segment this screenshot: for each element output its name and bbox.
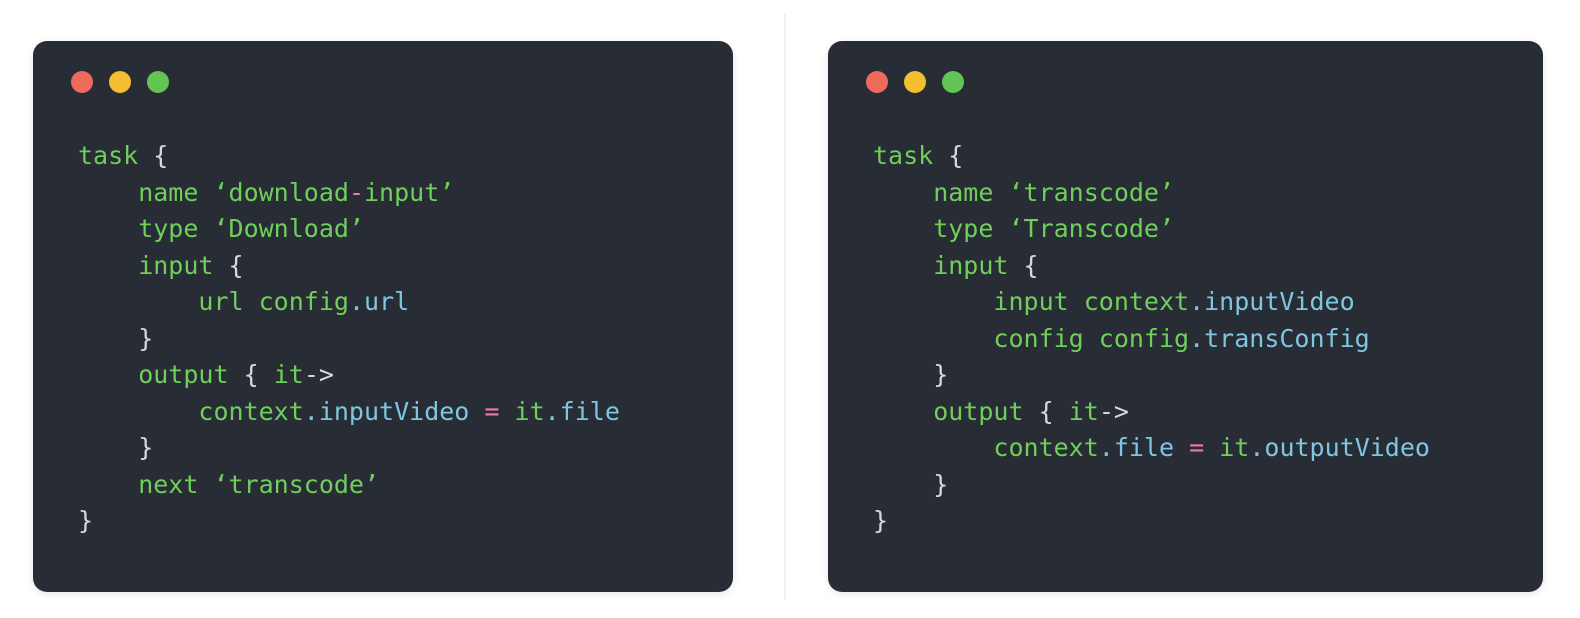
code-token-op: - bbox=[348, 177, 364, 207]
code-token-punct: { bbox=[243, 360, 259, 389]
code-token-punct: } bbox=[933, 360, 949, 389]
code-token-kw: type bbox=[873, 214, 1009, 243]
code-token-kw: task bbox=[78, 141, 139, 170]
minimize-window-dot-icon[interactable] bbox=[109, 71, 131, 93]
code-line: } bbox=[78, 430, 723, 467]
code-line: } bbox=[873, 503, 1533, 540]
code-line: url config.url bbox=[78, 284, 723, 321]
code-token-prop: .inputVideo bbox=[1189, 287, 1355, 316]
code-token-str: ‘Transcode’ bbox=[1008, 214, 1175, 243]
code-token-str: ‘transcode’ bbox=[213, 469, 380, 499]
code-line: input { bbox=[873, 248, 1533, 285]
code-token-kw: input bbox=[873, 250, 1024, 280]
code-token-prop: .transConfig bbox=[1189, 323, 1370, 353]
code-token-punct: { bbox=[948, 141, 964, 170]
code-token-kw: input bbox=[78, 250, 229, 280]
code-token-kw: it bbox=[1219, 433, 1250, 462]
code-token-kw: url config bbox=[78, 287, 349, 316]
code-token-punct: } bbox=[138, 323, 154, 353]
code-token-op: = bbox=[1189, 433, 1205, 462]
code-line: config config.transConfig bbox=[873, 321, 1533, 358]
code-line: task { bbox=[873, 138, 1533, 175]
code-token-punct: { bbox=[153, 141, 169, 170]
code-token-kw: context bbox=[873, 433, 1099, 462]
code-token-punct: } bbox=[138, 433, 154, 462]
code-block: task { name ‘download-input’ type ‘Downl… bbox=[78, 138, 723, 540]
maximize-window-dot-icon[interactable] bbox=[147, 71, 169, 93]
close-window-dot-icon[interactable] bbox=[71, 71, 93, 93]
code-token-kw: name bbox=[873, 177, 1009, 207]
code-line: } bbox=[873, 357, 1533, 394]
code-token-kw: it bbox=[514, 396, 545, 426]
code-line: } bbox=[78, 503, 723, 540]
code-token-prop: .inputVideo bbox=[303, 396, 470, 426]
code-token-kw: output bbox=[873, 396, 1039, 426]
code-line: context.inputVideo = it.file bbox=[78, 394, 723, 431]
code-line: } bbox=[873, 467, 1533, 504]
code-line: name ‘transcode’ bbox=[873, 175, 1533, 212]
screenshot-root: task { name ‘download-input’ type ‘Downl… bbox=[0, 0, 1580, 618]
code-token-punct: -> bbox=[303, 360, 334, 389]
code-line: output { it-> bbox=[78, 357, 723, 394]
code-token-kw: input context bbox=[873, 287, 1190, 316]
code-token-str: ‘download bbox=[213, 177, 349, 207]
code-token-punct: { bbox=[228, 250, 244, 280]
close-window-dot-icon[interactable] bbox=[866, 71, 888, 93]
code-line: name ‘download-input’ bbox=[78, 175, 723, 212]
code-line: output { it-> bbox=[873, 394, 1533, 431]
code-line: } bbox=[78, 321, 723, 358]
code-token-kw: task bbox=[873, 141, 934, 170]
code-token-kw: type bbox=[78, 214, 214, 243]
code-line: context.file = it.outputVideo bbox=[873, 430, 1533, 467]
code-token-punct: { bbox=[1038, 396, 1054, 426]
code-token-punct: { bbox=[1023, 250, 1039, 280]
code-token-str: ‘Download’ bbox=[213, 214, 364, 243]
code-card-download-task: task { name ‘download-input’ type ‘Downl… bbox=[33, 41, 733, 592]
code-token-kw: config config bbox=[873, 323, 1190, 353]
code-token-kw: output bbox=[78, 360, 244, 389]
panel-divider bbox=[784, 14, 786, 600]
code-token-kw: next bbox=[78, 469, 214, 499]
code-token-punct: } bbox=[78, 506, 94, 535]
code-line: input { bbox=[78, 248, 723, 285]
code-token-str: ‘transcode’ bbox=[1008, 177, 1175, 207]
code-card-transcode-task: task { name ‘transcode’ type ‘Transcode’… bbox=[828, 41, 1543, 592]
code-token-prop: .url bbox=[348, 287, 410, 316]
window-titlebar bbox=[71, 71, 169, 93]
code-token-kw: it bbox=[1068, 396, 1099, 426]
code-token-punct: -> bbox=[1098, 396, 1129, 426]
code-token-punct: } bbox=[873, 506, 889, 535]
code-block: task { name ‘transcode’ type ‘Transcode’… bbox=[873, 138, 1533, 540]
code-token-prop: .file bbox=[544, 396, 620, 426]
code-line: input context.inputVideo bbox=[873, 284, 1533, 321]
code-token-str: input’ bbox=[364, 177, 455, 207]
minimize-window-dot-icon[interactable] bbox=[904, 71, 926, 93]
code-token-kw: it bbox=[273, 360, 304, 389]
code-line: type ‘Download’ bbox=[78, 211, 723, 248]
code-line: type ‘Transcode’ bbox=[873, 211, 1533, 248]
code-line: task { bbox=[78, 138, 723, 175]
code-token-kw: context bbox=[78, 396, 304, 426]
window-titlebar bbox=[866, 71, 964, 93]
code-token-kw: name bbox=[78, 177, 214, 207]
code-token-prop: .file bbox=[1098, 433, 1175, 462]
code-token-punct: } bbox=[933, 469, 949, 499]
maximize-window-dot-icon[interactable] bbox=[942, 71, 964, 93]
code-token-op: = bbox=[484, 396, 500, 426]
code-line: next ‘transcode’ bbox=[78, 467, 723, 504]
code-token-prop: .outputVideo bbox=[1249, 433, 1430, 462]
